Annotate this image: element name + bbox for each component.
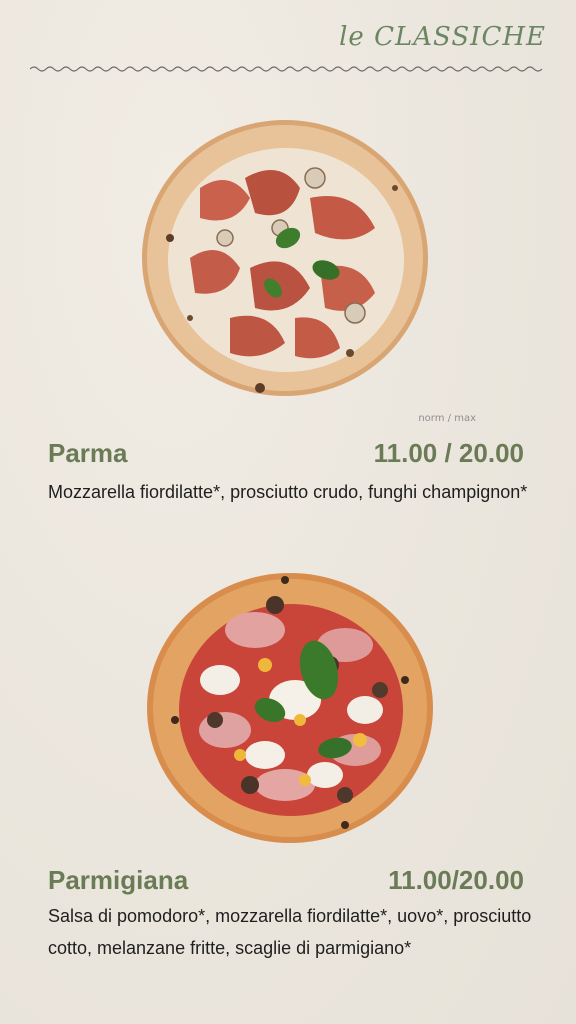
- product-name: Parmigiana: [48, 865, 189, 895]
- section-title: le CLASSICHE: [339, 22, 546, 52]
- wavy-divider: [30, 66, 543, 72]
- pizza-parma-image: [142, 120, 428, 396]
- pizza-parmigiana-image: [147, 573, 433, 843]
- product-description: Salsa di pomodoro*, mozzarella fiordilat…: [48, 906, 532, 958]
- product-price: 11.00/20.00: [388, 865, 524, 895]
- product-description: Mozzarella fiordilatte*, prosciutto crud…: [48, 482, 528, 502]
- product-name: Parma: [48, 438, 128, 468]
- size-note: norm / max: [418, 413, 476, 424]
- product-price: 11.00 / 20.00: [373, 438, 524, 468]
